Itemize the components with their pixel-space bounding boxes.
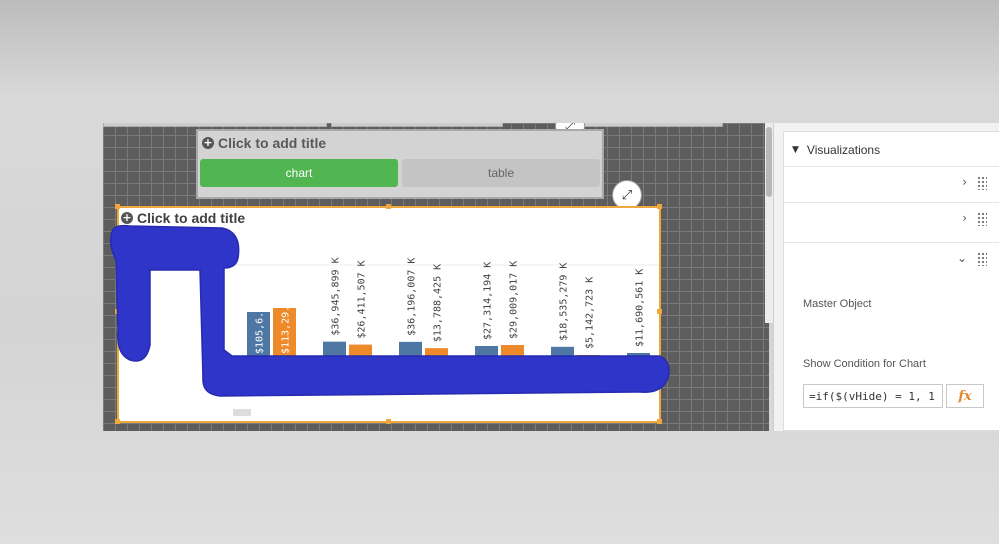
show-condition-input[interactable] bbox=[803, 384, 943, 408]
drag-handle-icon[interactable] bbox=[977, 176, 987, 190]
master-object-label: Master Object bbox=[803, 298, 872, 310]
canvas-scrollbar[interactable] bbox=[765, 123, 773, 323]
redaction-mark bbox=[109, 224, 670, 397]
visualizations-section-header[interactable]: ▼ Visualizations bbox=[784, 138, 999, 162]
panel-list-item-expanded[interactable]: ⌄ bbox=[784, 242, 999, 275]
section-title: Visualizations bbox=[806, 143, 881, 157]
caret-down-icon: ▼ bbox=[792, 145, 799, 155]
show-condition-label: Show Condition for Chart bbox=[803, 358, 926, 370]
scrollbar-thumb[interactable] bbox=[766, 127, 772, 197]
chevron-down-icon: ⌄ bbox=[956, 251, 967, 265]
properties-panel-body: ▼ Visualizations › › ⌄ Master Object Sho… bbox=[783, 131, 999, 431]
panel-list-item[interactable]: › bbox=[784, 202, 999, 235]
panel-list-item[interactable]: › bbox=[784, 166, 999, 199]
fx-icon: fx bbox=[958, 388, 972, 404]
expression-editor-button[interactable]: fx bbox=[946, 384, 984, 408]
chevron-right-icon: › bbox=[962, 175, 967, 189]
drag-handle-icon[interactable] bbox=[977, 212, 987, 226]
properties-panel: ▼ Visualizations › › ⌄ Master Object Sho… bbox=[773, 123, 999, 431]
chevron-right-icon: › bbox=[962, 211, 967, 225]
drag-handle-icon[interactable] bbox=[977, 252, 987, 266]
